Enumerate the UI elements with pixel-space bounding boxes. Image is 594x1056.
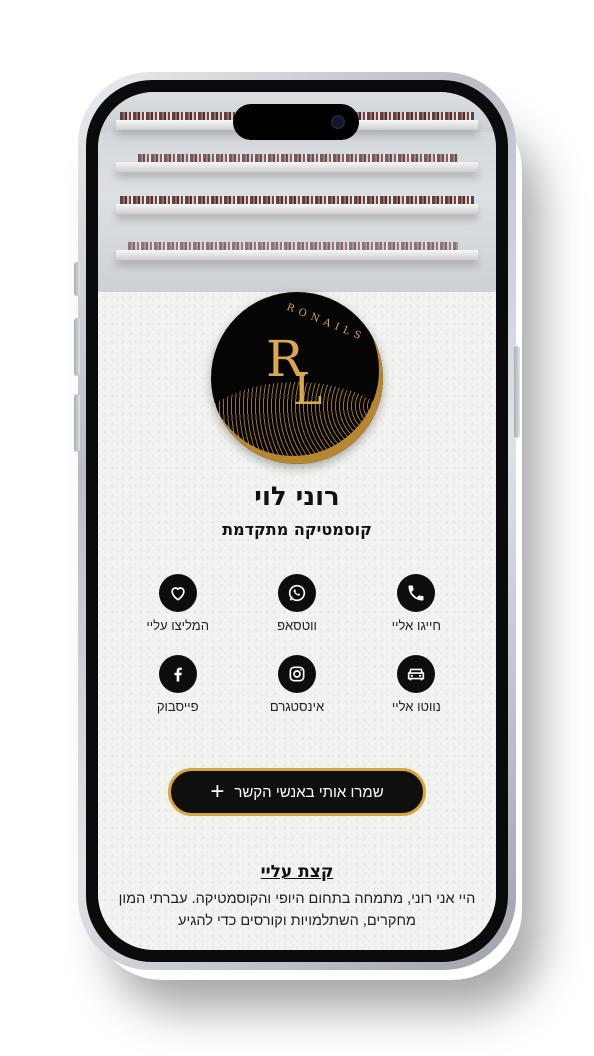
logo-badge: RONAILS R L <box>211 292 383 464</box>
action-facebook[interactable]: פייסבוק <box>118 655 237 714</box>
action-label: ווטסאפ <box>277 618 317 633</box>
logo-monogram-l: L <box>293 364 323 415</box>
whatsapp-icon <box>278 574 317 612</box>
camera-icon <box>331 115 345 129</box>
action-instagram[interactable]: אינסטגרם <box>237 655 356 714</box>
action-grid: חייגו אליי ווטסאפ המליצו עליי נווטו אליי… <box>118 574 476 714</box>
car-icon <box>397 655 436 693</box>
action-label: פייסבוק <box>156 699 199 714</box>
action-navigate[interactable]: נווטו אליי <box>357 655 476 714</box>
instagram-icon <box>278 655 317 693</box>
heart-icon <box>158 574 197 612</box>
power-button <box>514 346 520 438</box>
volume-up-button-2 <box>74 318 80 376</box>
facebook-icon <box>158 655 197 693</box>
save-contact-label: שמרו אותי באנשי הקשר <box>234 783 384 801</box>
action-recommend[interactable]: המליצו עליי <box>118 574 237 633</box>
about-text: היי אני רוני, מתמחה בתחום היופי והקוסמטי… <box>118 891 476 929</box>
about-heading: קצת עליי <box>260 862 334 882</box>
action-call[interactable]: חייגו אליי <box>357 574 476 633</box>
volume-up-button <box>74 262 80 296</box>
save-contact-button[interactable]: שמרו אותי באנשי הקשר + <box>168 768 426 816</box>
dynamic-island <box>233 104 359 140</box>
phone-icon <box>397 574 436 612</box>
phone-screen: RONAILS R L רוני לוי קוסמטיקה מתקדמת חיי… <box>98 92 496 950</box>
profile-name: רוני לוי <box>254 482 340 512</box>
plus-icon: + <box>210 778 225 805</box>
action-label: חייגו אליי <box>391 618 441 633</box>
action-label: אינסטגרם <box>269 699 325 714</box>
action-label: נווטו אליי <box>391 699 441 714</box>
volume-down-button <box>74 394 80 452</box>
action-label: המליצו עליי <box>146 618 209 633</box>
action-whatsapp[interactable]: ווטסאפ <box>237 574 356 633</box>
profile-title: קוסמטיקה מתקדמת <box>222 520 372 539</box>
